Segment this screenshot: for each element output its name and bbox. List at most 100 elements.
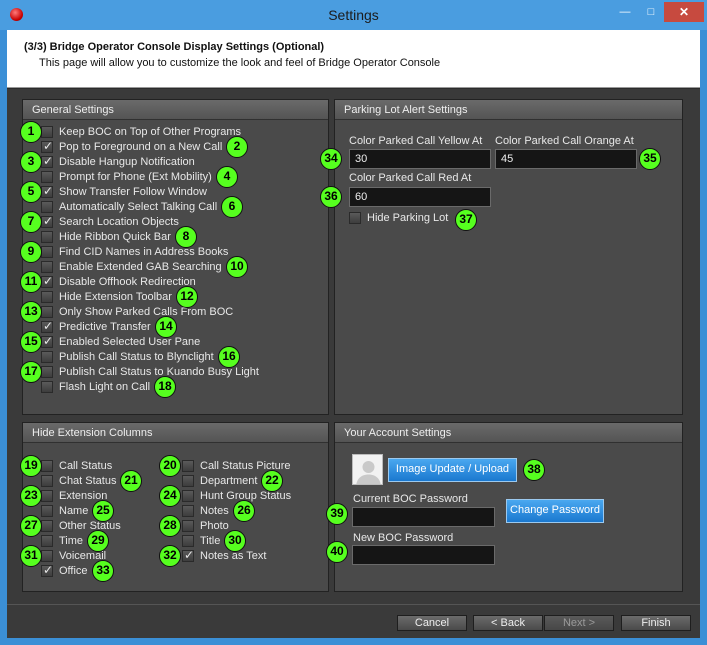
annotation-badge: 8 [175,226,197,248]
general-setting-option[interactable]: Predictive Transfer [41,319,151,334]
hide-column-option[interactable]: Call Status [41,459,112,473]
general-setting-checkbox[interactable] [41,381,53,393]
hide-column-checkbox[interactable] [182,548,194,562]
general-setting-option[interactable]: Enable Extended GAB Searching [41,260,222,274]
hide-column-label: Chat Status [59,475,117,487]
general-setting-label: Find CID Names in Address Books [59,246,229,258]
hide-parking-lot-checkbox[interactable] [349,212,361,224]
annotation-badge: 37 [455,209,477,231]
general-setting-checkbox[interactable] [41,246,53,258]
general-setting-label: Flash Light on Call [59,381,151,393]
hide-column-option[interactable]: Name [41,504,88,518]
general-setting-option[interactable]: Enabled Selected User Pane [41,334,200,349]
hide-column-option[interactable]: Notes [182,504,229,518]
hide-column-checkbox[interactable] [41,535,53,547]
general-setting-option[interactable]: Keep BOC on Top of Other Programs [41,125,241,139]
window-title: Settings [328,7,379,23]
hide-column-checkbox[interactable] [41,505,53,517]
general-setting-checkbox[interactable] [41,334,53,348]
general-setting-option[interactable]: Flash Light on Call [41,380,150,394]
hide-column-option[interactable]: Notes as Text [182,548,266,563]
yellow-threshold-label: Color Parked Call Yellow At [349,135,483,147]
hide-column-checkbox[interactable] [182,535,194,547]
annotation-badge: 22 [261,470,283,492]
annotation-badge: 39 [326,503,348,525]
back-button[interactable]: < Back [473,615,543,631]
general-setting-option[interactable]: Show Transfer Follow Window [41,184,207,199]
hide-column-checkbox[interactable] [41,460,53,472]
change-password-button[interactable]: Change Password [506,499,604,523]
general-setting-checkbox[interactable] [41,274,53,288]
wizard-step-title: (3/3) Bridge Operator Console Display Se… [24,41,325,53]
hide-column-checkbox[interactable] [41,563,53,577]
hide-column-label: Other Status [59,520,121,532]
general-setting-option[interactable]: Disable Hangup Notification [41,154,195,169]
hide-column-checkbox[interactable] [182,520,194,532]
minimize-button[interactable]: — [612,2,638,22]
general-setting-label: Enable Extended GAB Searching [59,261,222,273]
orange-threshold-input[interactable]: 45 [495,149,637,169]
close-button[interactable]: ✕ [664,2,704,22]
general-setting-checkbox[interactable] [41,231,53,243]
hide-column-label: Time [59,535,84,547]
red-threshold-input[interactable]: 60 [349,187,491,207]
next-button[interactable]: Next > [544,615,614,631]
general-setting-option[interactable]: Publish Call Status to Blynclight [41,350,214,364]
hide-parking-lot-option[interactable]: Hide Parking Lot [349,211,448,225]
general-setting-checkbox[interactable] [41,139,53,153]
general-setting-checkbox[interactable] [41,306,53,318]
hide-column-checkbox[interactable] [41,475,53,487]
yellow-threshold-input[interactable]: 30 [349,149,491,169]
general-setting-label: Search Location Objects [59,216,179,228]
general-setting-checkbox[interactable] [41,201,53,213]
cancel-button[interactable]: Cancel [397,615,467,631]
finish-button[interactable]: Finish [621,615,691,631]
hide-column-label: Call Status [59,460,113,472]
annotation-badge: 19 [20,455,42,477]
hide-column-checkbox[interactable] [41,490,53,502]
general-setting-checkbox[interactable] [41,351,53,363]
hide-column-option[interactable]: Other Status [41,519,121,533]
general-setting-option[interactable]: Hide Extension Toolbar [41,290,172,304]
general-setting-checkbox[interactable] [41,214,53,228]
general-setting-option[interactable]: Automatically Select Talking Call [41,200,217,214]
general-setting-option[interactable]: Pop to Foreground on a New Call [41,139,223,154]
annotation-badge: 33 [92,560,114,582]
hide-column-option[interactable]: Photo [182,519,229,533]
general-setting-option[interactable]: Only Show Parked Calls From BOC [41,305,233,319]
hide-column-checkbox[interactable] [41,520,53,532]
general-setting-checkbox[interactable] [41,171,53,183]
general-setting-checkbox[interactable] [41,184,53,198]
general-setting-option[interactable]: Prompt for Phone (Ext Mobility) [41,170,212,184]
hide-column-checkbox[interactable] [182,460,194,472]
general-setting-label: Disable Offhook Redirection [59,276,196,288]
general-setting-label: Pop to Foreground on a New Call [59,141,223,153]
hide-column-option[interactable]: Title [182,534,220,548]
wizard-step-description: This page will allow you to customize th… [39,57,441,69]
current-password-input[interactable] [352,507,495,527]
current-password-label: Current BOC Password [353,493,468,505]
general-setting-option[interactable]: Disable Offhook Redirection [41,274,196,289]
hide-column-checkbox[interactable] [41,550,53,562]
general-setting-checkbox[interactable] [41,366,53,378]
general-setting-checkbox[interactable] [41,126,53,138]
hide-column-option[interactable]: Office [41,563,88,578]
hide-column-option[interactable]: Time [41,534,83,548]
general-setting-checkbox[interactable] [41,261,53,273]
general-setting-checkbox[interactable] [41,291,53,303]
image-upload-button[interactable]: Image Update / Upload [388,458,517,482]
general-setting-label: Hide Ribbon Quick Bar [59,231,171,243]
general-setting-checkbox[interactable] [41,154,53,168]
maximize-button[interactable]: □ [638,2,664,22]
general-setting-option[interactable]: Search Location Objects [41,214,179,229]
hide-column-option[interactable]: Chat Status [41,474,116,488]
general-setting-checkbox[interactable] [41,319,53,333]
hide-column-checkbox[interactable] [182,475,194,487]
hide-column-option[interactable]: Department [182,474,257,488]
general-setting-option[interactable]: Find CID Names in Address Books [41,245,228,259]
hide-column-checkbox[interactable] [182,505,194,517]
annotation-badge: 21 [120,470,142,492]
general-setting-option[interactable]: Hide Ribbon Quick Bar [41,230,171,244]
new-password-input[interactable] [352,545,495,565]
hide-column-checkbox[interactable] [182,490,194,502]
